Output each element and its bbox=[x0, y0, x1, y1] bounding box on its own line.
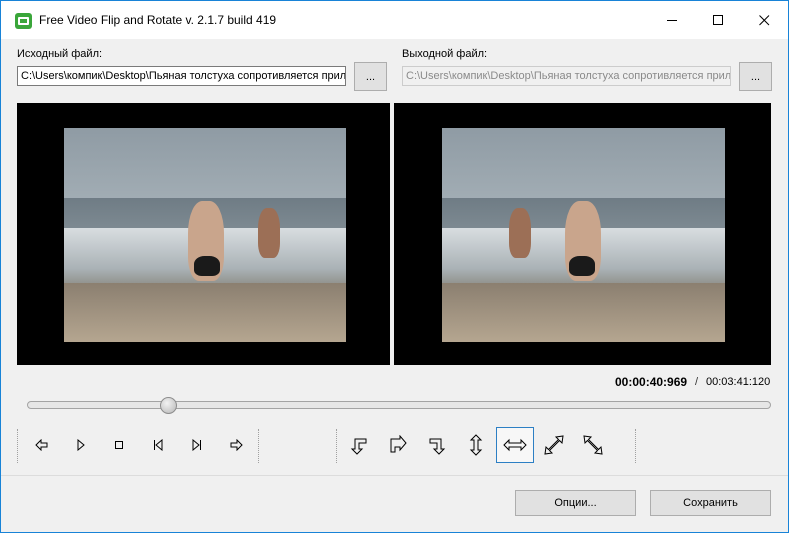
toolbar-grip bbox=[635, 429, 637, 463]
output-path-field: C:\Users\компик\Desktop\Пьяная толстуха … bbox=[402, 66, 731, 86]
rotate-90-down-icon bbox=[429, 438, 446, 455]
app-window: Free Video Flip and Rotate v. 2.1.7 buil… bbox=[0, 0, 789, 533]
rotate-90-left-button[interactable] bbox=[340, 427, 378, 463]
toolbar-grip bbox=[258, 429, 260, 463]
minimize-button[interactable] bbox=[649, 1, 695, 39]
play-button[interactable] bbox=[62, 427, 100, 463]
options-button[interactable]: Опции... bbox=[515, 490, 636, 516]
skip-to-end-icon bbox=[192, 439, 201, 451]
current-time: 00:00:40:969 bbox=[615, 375, 688, 389]
window-title: Free Video Flip and Rotate v. 2.1.7 buil… bbox=[39, 13, 277, 27]
source-path-field[interactable]: C:\Users\компик\Desktop\Пьяная толстуха … bbox=[17, 66, 346, 86]
source-browse-button[interactable]: ... bbox=[354, 62, 387, 91]
total-time: 00:03:41:120 bbox=[706, 376, 771, 388]
skip-to-start-button[interactable] bbox=[139, 427, 177, 463]
source-video-preview bbox=[17, 103, 390, 365]
title-bar: Free Video Flip and Rotate v. 2.1.7 buil… bbox=[1, 1, 788, 39]
stop-button[interactable] bbox=[100, 427, 138, 463]
minimize-icon bbox=[666, 19, 677, 21]
source-video-frame bbox=[64, 128, 346, 342]
flip-horizontal-button[interactable] bbox=[496, 427, 534, 463]
skip-to-start-icon bbox=[154, 439, 163, 451]
skip-to-end-button[interactable] bbox=[178, 427, 216, 463]
output-file-label: Выходной файл: bbox=[402, 48, 488, 60]
stop-icon bbox=[115, 441, 123, 449]
previous-frame-button[interactable] bbox=[23, 427, 61, 463]
previous-frame-icon bbox=[35, 439, 48, 451]
output-video-preview bbox=[394, 103, 771, 365]
maximize-button[interactable] bbox=[695, 1, 741, 39]
toolbar-grip bbox=[336, 429, 338, 463]
footer-divider bbox=[1, 475, 788, 476]
maximize-icon bbox=[712, 14, 723, 25]
flip-horizontal-icon bbox=[503, 438, 527, 452]
anti-diagonal-flip-button[interactable] bbox=[574, 427, 612, 463]
app-logo-icon bbox=[15, 13, 32, 29]
rotate-90-down-button[interactable] bbox=[418, 427, 456, 463]
flip-vertical-button[interactable] bbox=[457, 427, 495, 463]
output-video-frame bbox=[442, 128, 725, 342]
diagonal-flip-button[interactable] bbox=[535, 427, 573, 463]
output-browse-button[interactable]: ... bbox=[739, 62, 772, 91]
seek-slider-thumb[interactable] bbox=[160, 397, 178, 414]
anti-diagonal-flip-icon bbox=[583, 435, 603, 455]
rotate-90-right-button[interactable] bbox=[379, 427, 417, 463]
close-button[interactable] bbox=[741, 1, 787, 39]
flip-vertical-icon bbox=[469, 434, 483, 456]
play-icon bbox=[77, 439, 85, 451]
time-separator: / bbox=[695, 376, 699, 388]
next-frame-icon bbox=[230, 439, 243, 451]
rotate-90-left-icon bbox=[350, 438, 367, 455]
save-button[interactable]: Сохранить bbox=[650, 490, 771, 516]
rotate-90-right-icon bbox=[390, 435, 407, 453]
seek-slider-track[interactable] bbox=[27, 401, 771, 409]
diagonal-flip-icon bbox=[544, 435, 564, 455]
source-file-label: Исходный файл: bbox=[17, 48, 103, 60]
next-frame-button[interactable] bbox=[217, 427, 255, 463]
close-icon bbox=[758, 14, 769, 25]
toolbar-grip bbox=[17, 429, 19, 463]
